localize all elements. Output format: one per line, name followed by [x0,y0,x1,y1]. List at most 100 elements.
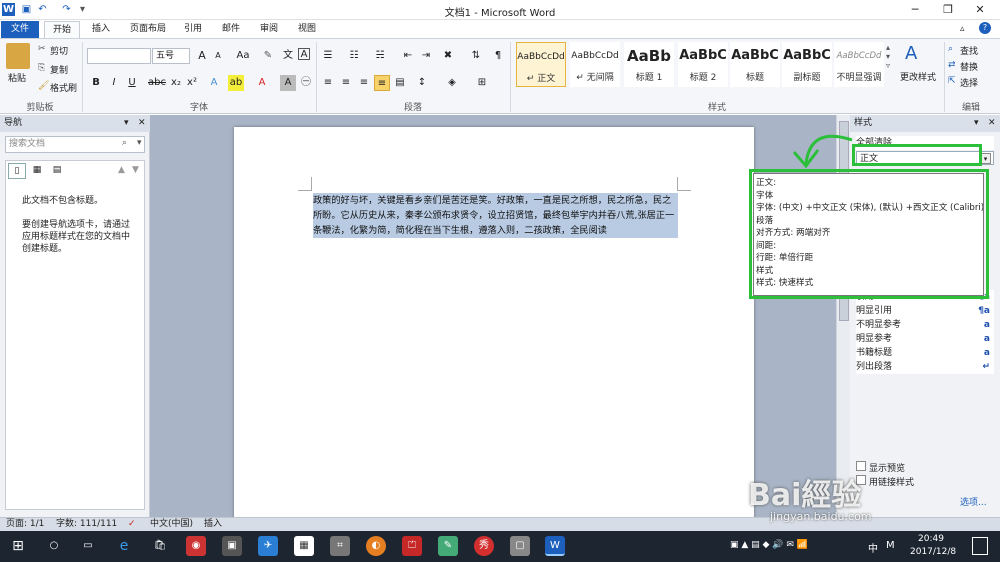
style-item[interactable]: 明显引用 ¶a [856,304,994,318]
store-icon[interactable]: 🛍 [150,536,170,556]
style-item[interactable]: 不明显参考 a [856,318,994,332]
tab-mailings[interactable]: 邮件 [218,21,244,38]
font-color-icon[interactable]: A [254,75,270,91]
bold-icon[interactable]: B [88,75,104,91]
chinese-layout-icon[interactable]: ✖ [440,48,456,64]
tray-icons[interactable]: ▣ ▲ ▤ ◆ 🔊 ✉ 📶 [730,540,808,550]
app-icon[interactable]: 秀 [474,536,494,556]
page-count[interactable]: 页面: 1/1 [6,518,44,531]
multilevel-list-icon[interactable]: ☵ [372,48,388,64]
italic-icon[interactable]: I [106,75,122,91]
next-result-icon[interactable]: ▼ [132,165,139,175]
style-heading-2[interactable]: AaBbC 标题 2 [678,42,728,87]
copy-button[interactable]: 复制 [50,63,68,76]
minimize-icon[interactable]: ─ [900,2,930,18]
style-item[interactable]: 书籍标题 a [856,346,994,360]
app-icon[interactable]: ▦ [294,536,314,556]
word-taskbar-icon[interactable]: W [545,536,565,556]
app-icon[interactable]: ◐ [366,536,386,556]
styles-pane-close-icon[interactable]: ✕ [988,115,996,132]
tab-view[interactable]: 视图 [294,21,320,38]
tab-references[interactable]: 引用 [180,21,206,38]
prev-result-icon[interactable]: ▲ [118,165,125,175]
app-icon[interactable]: ▣ [222,536,242,556]
paste-button[interactable]: 粘贴 [8,71,26,84]
superscript-icon[interactable]: x² [184,75,200,91]
help-icon[interactable]: ? [979,22,991,34]
change-styles-icon[interactable]: A [905,43,917,64]
word-count[interactable]: 字数: 111/111 [56,518,117,531]
character-border-icon[interactable]: A [298,48,310,60]
style-item[interactable]: 明显参考 a [856,332,994,346]
tab-page-layout[interactable]: 页面布局 [126,21,170,38]
distributed-icon[interactable]: ▤ [392,75,408,91]
nav-pane-close-icon[interactable]: ✕ [138,115,146,132]
find-button[interactable]: 查找 [960,44,978,57]
ime-mode[interactable]: M [886,540,895,551]
format-painter-button[interactable]: 格式刷 [50,81,77,94]
gallery-scroll-icon[interactable]: ▴ ▾ ▿ [886,43,890,70]
app-icon[interactable]: ◉ [186,536,206,556]
collapse-ribbon-icon[interactable]: ▵ [960,24,965,34]
replace-button[interactable]: 替换 [960,60,978,73]
bullets-icon[interactable]: ☰ [320,48,336,64]
nav-pane-menu-icon[interactable]: ▾ [124,115,129,132]
calculator-icon[interactable]: ⌗ [330,536,350,556]
clear-formatting-icon[interactable]: ✎ [260,48,276,64]
shrink-font-icon[interactable]: A [210,48,226,64]
tab-review[interactable]: 审阅 [256,21,282,38]
align-left-icon[interactable]: ≡ [320,75,336,91]
search-icon[interactable]: ⌕ [122,138,127,148]
search-icon[interactable]: ○ [44,536,64,556]
style-normal[interactable]: AaBbCcDd ↵ 正文 [516,42,566,87]
edge-icon[interactable]: e [114,536,134,556]
headings-tab-icon[interactable]: ▯ [8,163,26,179]
app-icon[interactable]: ✈ [258,536,278,556]
borders-icon[interactable]: ⊞ [474,75,490,91]
font-size-combo[interactable]: 五号 [152,48,190,64]
text-effects-icon[interactable]: A [206,75,222,91]
notification-center-icon[interactable] [972,537,988,555]
tab-insert[interactable]: 插入 [88,21,114,38]
change-case-icon[interactable]: Aa [233,48,253,64]
numbering-icon[interactable]: ☷ [346,48,362,64]
sort-icon[interactable]: ⇅ [468,48,484,64]
phonetic-guide-icon[interactable]: 文 [280,48,296,64]
character-shading-icon[interactable]: A [280,75,296,91]
justify-icon[interactable]: ≡ [374,75,390,91]
document-page[interactable]: 政策的好与坏，关键是看乡亲们是苦还是笑。好政策，一直是民之所想，民之所急，民之所… [234,127,754,527]
align-right-icon[interactable]: ≡ [356,75,372,91]
strikethrough-icon[interactable]: abc [148,75,166,91]
document-text[interactable]: 政策的好与坏，关键是看乡亲们是苦还是笑。好政策，一直是民之所想，民之所急，民之所… [313,193,678,238]
show-marks-icon[interactable]: ¶ [490,48,506,64]
line-spacing-icon[interactable]: ↕ [414,75,430,91]
change-styles-button[interactable]: 更改样式 [900,70,936,83]
subscript-icon[interactable]: x₂ [168,75,184,91]
pdf-icon[interactable]: ⏍ [402,536,422,556]
align-center-icon[interactable]: ≡ [338,75,354,91]
enclose-characters-icon[interactable]: ㊀ [298,75,314,91]
ime-indicator[interactable]: 中 [868,540,878,555]
grow-font-icon[interactable]: A [194,48,210,64]
tab-file[interactable]: 文件 [1,21,39,38]
highlight-icon[interactable]: ab [228,75,244,91]
style-heading-1[interactable]: AaBb 标题 1 [624,42,674,87]
select-button[interactable]: 选择 [960,76,978,89]
increase-indent-icon[interactable]: ⇥ [418,48,434,64]
font-name-combo[interactable] [87,48,151,64]
style-subtitle[interactable]: AaBbC 副标题 [782,42,832,87]
tab-home[interactable]: 开始 [44,21,80,38]
windows-start-icon[interactable]: ⊞ [8,536,28,556]
style-no-spacing[interactable]: AaBbCcDd ↵ 无间隔 [570,42,620,87]
insert-mode[interactable]: 插入 [204,518,222,531]
style-subtle-emphasis[interactable]: AaBbCcDd 不明显强调 [834,42,884,87]
paste-icon[interactable] [6,43,30,69]
decrease-indent-icon[interactable]: ⇤ [400,48,416,64]
search-options-icon[interactable]: ▾ [137,138,142,148]
paint-icon[interactable]: ✎ [438,536,458,556]
restore-icon[interactable]: ❐ [933,2,963,18]
underline-icon[interactable]: U [124,75,140,91]
clock-time[interactable]: 20:49 [918,534,944,544]
styles-pane-menu-icon[interactable]: ▾ [974,115,979,132]
proofing-icon[interactable]: ✓ [128,518,136,531]
